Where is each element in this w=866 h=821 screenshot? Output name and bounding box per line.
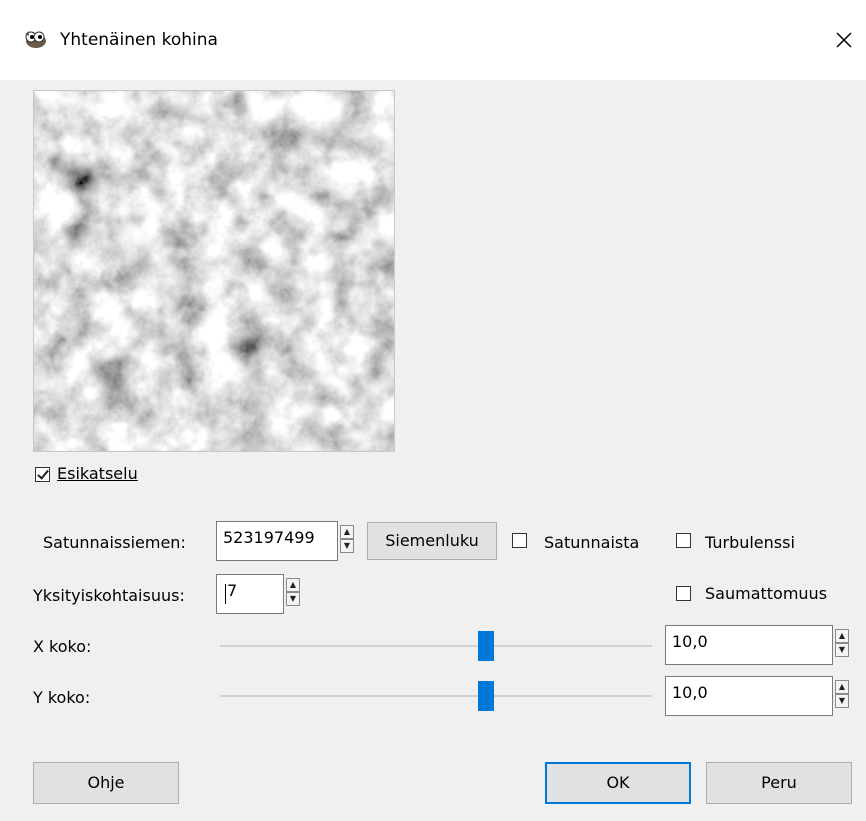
tileable-label: Saumattomuus <box>705 584 828 603</box>
y-size-down-arrow-icon[interactable]: ▼ <box>835 694 849 708</box>
y-size-value: 10,0 <box>672 683 708 702</box>
seed-stepper[interactable]: ▲ ▼ <box>340 525 354 553</box>
detail-value: 7 <box>227 581 238 600</box>
turbulence-checkbox[interactable] <box>676 533 691 548</box>
y-size-label: Y koko: <box>33 688 91 707</box>
window-title: Yhtenäinen kohina <box>60 30 218 50</box>
seed-down-arrow-icon[interactable]: ▼ <box>340 539 354 553</box>
detail-up-arrow-icon[interactable]: ▲ <box>286 578 300 592</box>
x-size-value: 10,0 <box>672 632 708 651</box>
text-caret <box>225 584 226 604</box>
preview-area[interactable] <box>33 90 395 452</box>
randomize-label: Satunnaista <box>544 533 640 552</box>
ok-button[interactable]: OK <box>545 762 691 804</box>
gimp-wilber-icon <box>25 31 46 48</box>
title-bar: Yhtenäinen kohina <box>0 0 866 80</box>
cancel-button[interactable]: Peru <box>706 762 852 804</box>
preview-label: Esikatselu <box>57 464 138 483</box>
detail-input[interactable]: 7 <box>216 574 284 614</box>
randomize-checkbox[interactable] <box>512 533 527 548</box>
x-size-down-arrow-icon[interactable]: ▼ <box>835 643 849 657</box>
x-size-stepper[interactable]: ▲ ▼ <box>835 629 849 657</box>
detail-down-arrow-icon[interactable]: ▼ <box>286 592 300 606</box>
seed-input[interactable]: 523197499 <box>216 521 338 561</box>
x-size-slider[interactable] <box>220 645 652 647</box>
tileable-checkbox[interactable] <box>676 586 691 601</box>
y-size-up-arrow-icon[interactable]: ▲ <box>835 680 849 694</box>
turbulence-label: Turbulenssi <box>705 533 795 552</box>
close-icon[interactable] <box>830 26 858 54</box>
x-size-slider-thumb[interactable] <box>478 631 494 661</box>
detail-label: Yksityiskohtaisuus: <box>33 586 185 605</box>
y-size-slider[interactable] <box>220 695 652 697</box>
seed-up-arrow-icon[interactable]: ▲ <box>340 525 354 539</box>
y-size-slider-thumb[interactable] <box>478 681 494 711</box>
x-size-input[interactable]: 10,0 <box>665 625 833 665</box>
preview-checkbox[interactable] <box>35 467 50 482</box>
noise-preview-image <box>34 91 394 451</box>
new-seed-button[interactable]: Siemenluku <box>367 522 497 560</box>
detail-stepper[interactable]: ▲ ▼ <box>286 578 300 606</box>
help-button[interactable]: Ohje <box>33 762 179 804</box>
y-size-stepper[interactable]: ▲ ▼ <box>835 680 849 708</box>
seed-label: Satunnaissiemen: <box>43 533 186 552</box>
x-size-label: X koko: <box>33 637 92 656</box>
x-size-up-arrow-icon[interactable]: ▲ <box>835 629 849 643</box>
y-size-input[interactable]: 10,0 <box>665 676 833 716</box>
seed-value: 523197499 <box>223 528 315 547</box>
